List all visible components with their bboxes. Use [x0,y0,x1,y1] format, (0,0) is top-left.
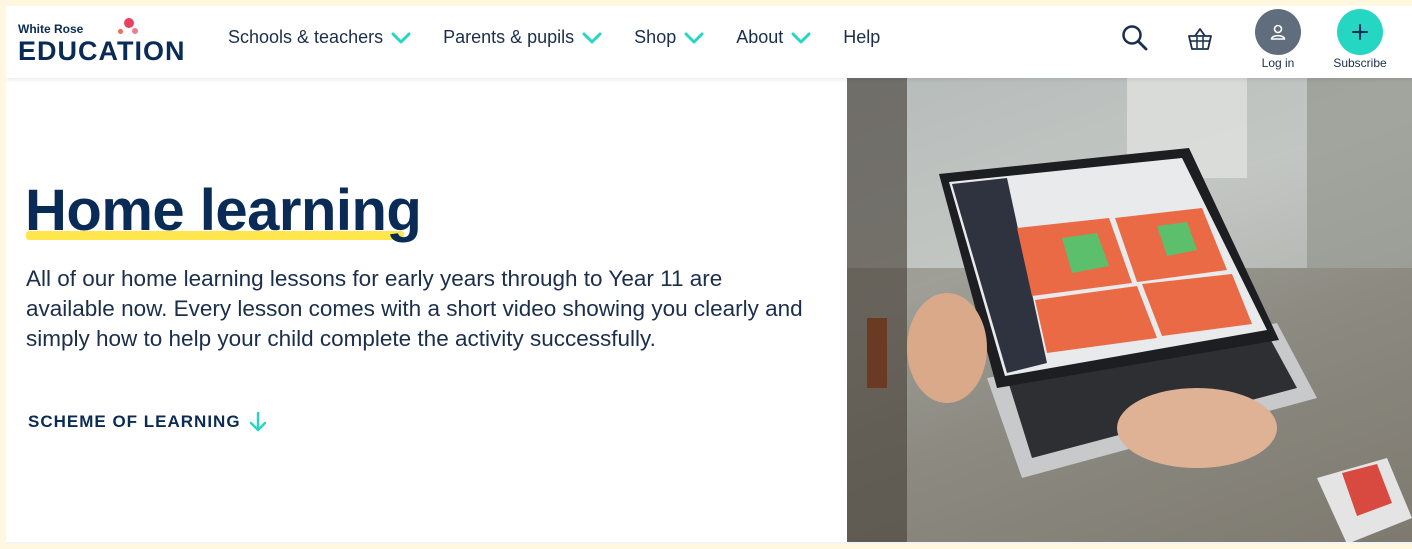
main-navigation: Schools & teachers Parents & pupils Shop… [228,27,912,48]
plus-icon [1352,24,1368,40]
chevron-down-icon [391,32,411,43]
chevron-down-icon [791,32,811,43]
nav-label: Parents & pupils [443,27,575,47]
nav-label: Help [843,27,881,47]
hero-description: All of our home learning lessons for ear… [26,266,803,351]
login-label[interactable]: Log in [1238,56,1318,70]
nav-help[interactable]: Help [843,27,880,48]
white-rose-logo[interactable]: White Rose EDUCATION [18,16,193,68]
search-icon[interactable] [1121,24,1149,52]
cta-label: SCHEME OF LEARNING [28,412,241,431]
laptop-illustration [847,78,1412,544]
logo-small-text: White Rose [18,22,84,36]
chevron-down-icon [582,32,602,43]
basket-icon[interactable] [1187,26,1213,52]
page-title: Home learning [25,178,422,243]
nav-schools-teachers[interactable]: Schools & teachers [228,27,411,48]
arrow-down-icon [249,411,266,432]
subscribe-button[interactable] [1337,9,1383,55]
logo-big-text: EDUCATION [18,36,186,66]
nav-shop[interactable]: Shop [634,27,704,48]
hero-photo [847,78,1412,544]
subscribe-label[interactable]: Subscribe [1320,56,1400,70]
nav-label: About [736,27,784,47]
bottom-strip [6,542,1412,544]
nav-label: Schools & teachers [228,27,384,47]
nav-label: Shop [634,27,677,47]
logo-dot-red [124,18,134,28]
site-header: White Rose EDUCATION Schools & teachers … [6,6,1412,78]
nav-about[interactable]: About [736,27,811,48]
login-button[interactable] [1255,9,1301,55]
scheme-of-learning-link[interactable]: SCHEME OF LEARNING [28,411,269,433]
logo-dot-coral [118,29,123,34]
chevron-down-icon [684,32,704,43]
page: White Rose EDUCATION Schools & teachers … [6,6,1412,544]
logo-dot-pink [132,28,138,34]
user-icon [1270,24,1286,40]
nav-parents-pupils[interactable]: Parents & pupils [443,27,602,48]
